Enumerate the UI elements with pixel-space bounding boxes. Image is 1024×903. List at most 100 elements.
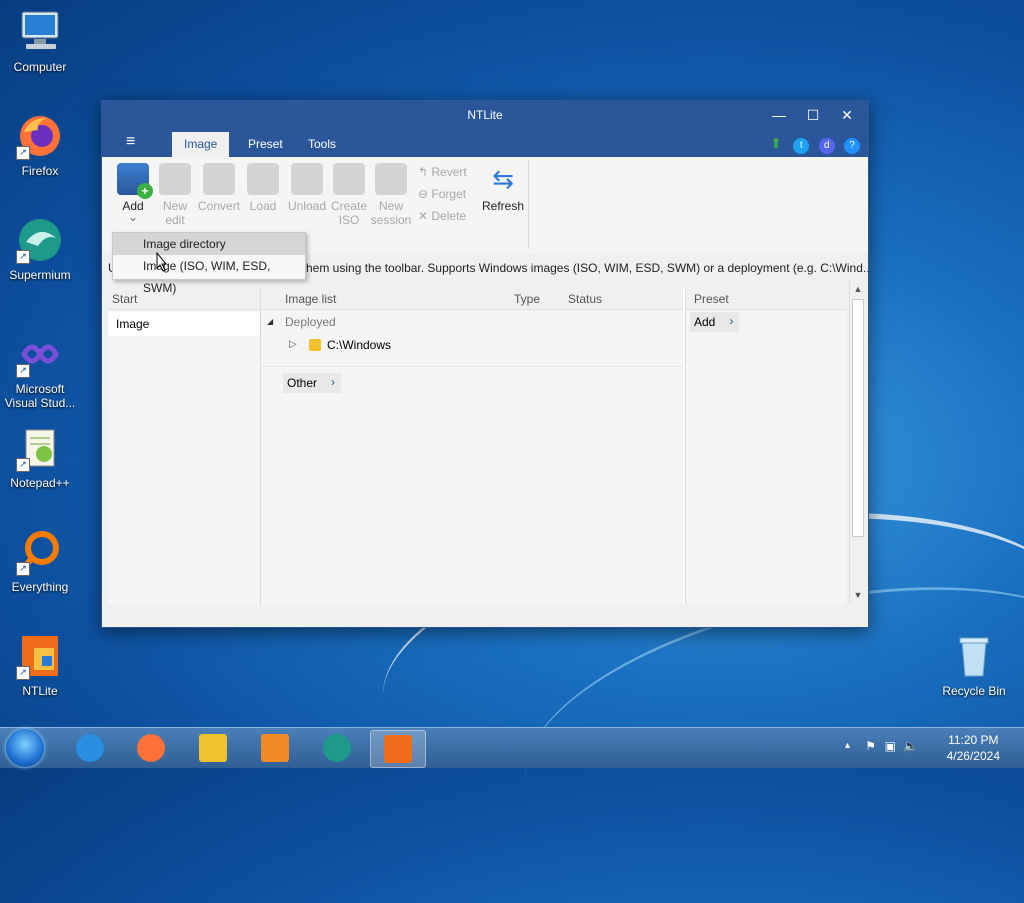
taskbar-explorer[interactable] xyxy=(186,730,240,766)
desktop-icon-firefox[interactable]: ↗ Firefox xyxy=(2,112,78,178)
image-entry-row[interactable]: ▷ C:\Windows xyxy=(261,334,683,356)
tab-tools[interactable]: Tools xyxy=(296,132,348,157)
create-iso-button[interactable]: Create ISO xyxy=(328,163,370,227)
preset-add-button[interactable]: Add › xyxy=(690,312,740,332)
maximize-button[interactable]: ☐ xyxy=(796,101,830,130)
scroll-thumb[interactable] xyxy=(852,299,864,537)
new-session-button[interactable]: New session xyxy=(370,163,412,227)
everything-icon: ↗ xyxy=(16,528,64,576)
vertical-scrollbar[interactable]: ▲ ▼ xyxy=(849,281,866,603)
desktop-icon-visual-studio[interactable]: ↗ Microsoft Visual Stud... xyxy=(2,330,78,410)
preset-add-label: Add xyxy=(694,315,716,329)
twitter-icon[interactable]: t xyxy=(793,138,810,154)
forget-button[interactable]: ⊖ Forget xyxy=(418,187,466,201)
col-image-list[interactable]: Image list xyxy=(285,289,336,309)
taskbar-firefox[interactable] xyxy=(124,730,178,766)
main-panes: Start Image Image list Type Status ◢ Dep… xyxy=(108,289,846,605)
menu-item-image-directory[interactable]: Image directory xyxy=(113,233,305,255)
recycle-bin-icon xyxy=(950,632,998,680)
start-pane: Start Image xyxy=(108,289,261,605)
tab-preset[interactable]: Preset xyxy=(236,132,295,157)
collapse-triangle-icon[interactable]: ◢ xyxy=(267,310,273,334)
new-edit-button[interactable]: New edit xyxy=(154,163,196,227)
chevron-right-icon: › xyxy=(729,314,734,328)
taskbar-media-player[interactable] xyxy=(248,730,302,766)
shortcut-arrow-icon: ↗ xyxy=(16,458,30,472)
hamburger-menu-icon[interactable]: ≡ xyxy=(126,133,135,151)
discord-icon[interactable]: d xyxy=(818,138,835,154)
firefox-icon xyxy=(137,734,165,762)
info-text: them using the toolbar. Supports Windows… xyxy=(302,261,868,275)
unload-button[interactable]: Unload xyxy=(286,163,328,213)
new-edit-icon xyxy=(159,163,191,195)
image-list-pane: Image list Type Status ◢ Deployed ▷ C:\W… xyxy=(261,289,683,605)
new-session-icon xyxy=(375,163,407,195)
minimize-button[interactable]: — xyxy=(762,101,796,130)
clock[interactable]: 11:20 PM 4/26/2024 xyxy=(947,732,1000,764)
convert-label: Convert xyxy=(198,199,241,213)
revert-button[interactable]: ↰ Revert xyxy=(418,165,467,179)
network-icon[interactable]: ▣ xyxy=(885,739,896,753)
desktop-icon-everything[interactable]: ↗ Everything xyxy=(2,528,78,594)
create-iso-label: Create ISO xyxy=(330,199,368,227)
supermium-icon xyxy=(323,734,351,762)
deployed-group-label: Deployed xyxy=(285,315,336,329)
start-button[interactable] xyxy=(6,729,44,767)
desktop-icon-label: Recycle Bin xyxy=(942,684,1006,698)
delete-label: Delete xyxy=(431,209,467,223)
col-type[interactable]: Type xyxy=(514,289,540,309)
unload-icon xyxy=(291,163,323,195)
scroll-up-icon[interactable]: ▲ xyxy=(850,281,866,297)
unload-label: Unload xyxy=(287,199,327,213)
new-session-label: New session xyxy=(370,199,412,227)
delete-button[interactable]: ✕ Delete xyxy=(418,209,466,223)
refresh-icon: ⇆ xyxy=(492,164,514,194)
other-button[interactable]: Other › xyxy=(283,373,342,393)
visual-studio-icon: ↗ xyxy=(16,330,64,378)
revert-icon: ↰ xyxy=(418,165,432,179)
refresh-button[interactable]: ⇆ Refresh xyxy=(480,163,526,213)
firefox-icon: ↗ xyxy=(16,112,64,160)
col-status[interactable]: Status xyxy=(568,289,602,309)
mouse-cursor-icon xyxy=(155,251,169,272)
shortcut-arrow-icon: ↗ xyxy=(16,146,30,160)
tab-image[interactable]: Image xyxy=(172,132,230,157)
desktop-icon-label: Firefox xyxy=(21,164,59,178)
close-button[interactable]: ✕ xyxy=(830,101,864,130)
load-button[interactable]: Load xyxy=(242,163,284,213)
scroll-down-icon[interactable]: ▼ xyxy=(850,587,866,603)
folder-icon xyxy=(309,339,321,351)
desktop-icon-recycle-bin[interactable]: Recycle Bin xyxy=(936,632,1012,698)
show-hidden-icons-icon[interactable]: ▴ xyxy=(845,740,850,751)
new-edit-label: New edit xyxy=(162,199,187,227)
volume-muted-icon[interactable]: 🔈 xyxy=(903,739,918,753)
add-button[interactable]: + Add ⌄ xyxy=(112,163,154,224)
update-arrow-icon[interactable]: ⬆ xyxy=(768,135,784,151)
start-item-image[interactable]: Image xyxy=(108,312,260,336)
menu-item-image-file[interactable]: Image (ISO, WIM, ESD, SWM) xyxy=(113,255,305,295)
delete-icon: ✕ xyxy=(418,209,432,223)
deployed-group[interactable]: ◢ Deployed xyxy=(261,310,683,334)
taskbar-supermium[interactable] xyxy=(310,730,364,766)
expand-triangle-icon[interactable]: ▷ xyxy=(289,334,297,356)
preset-pane: Preset Add › xyxy=(685,289,846,605)
help-icon[interactable]: ? xyxy=(844,138,860,154)
add-dropdown-chevron-icon: ⌄ xyxy=(127,210,139,224)
chevron-right-icon: › xyxy=(331,375,336,389)
desktop-icon-ntlite[interactable]: ↗ NTLite xyxy=(2,632,78,698)
action-center-flag-icon[interactable]: ⚑ xyxy=(865,739,876,753)
desktop-icon-computer[interactable]: Computer xyxy=(2,8,78,74)
add-icon: + xyxy=(117,163,153,199)
desktop-icon-label: Microsoft Visual Stud... xyxy=(4,382,76,410)
convert-button[interactable]: Convert xyxy=(198,163,240,213)
desktop-icon-notepadpp[interactable]: ↗ Notepad++ xyxy=(2,424,78,490)
taskbar-internet-explorer[interactable] xyxy=(63,730,117,766)
ribbon-quick-icons: ⬆ t d ? xyxy=(762,135,860,154)
desktop-icon-supermium[interactable]: ↗ Supermium xyxy=(2,216,78,282)
create-iso-icon xyxy=(333,163,365,195)
preset-header: Preset xyxy=(686,289,846,310)
title-bar[interactable]: NTLite — ☐ ✕ xyxy=(102,101,868,130)
desktop-icon-label: Supermium xyxy=(9,268,71,282)
ntlite-window: NTLite — ☐ ✕ ≡ Image Preset Tools ⬆ t d … xyxy=(101,100,869,628)
taskbar-ntlite[interactable] xyxy=(370,730,426,768)
